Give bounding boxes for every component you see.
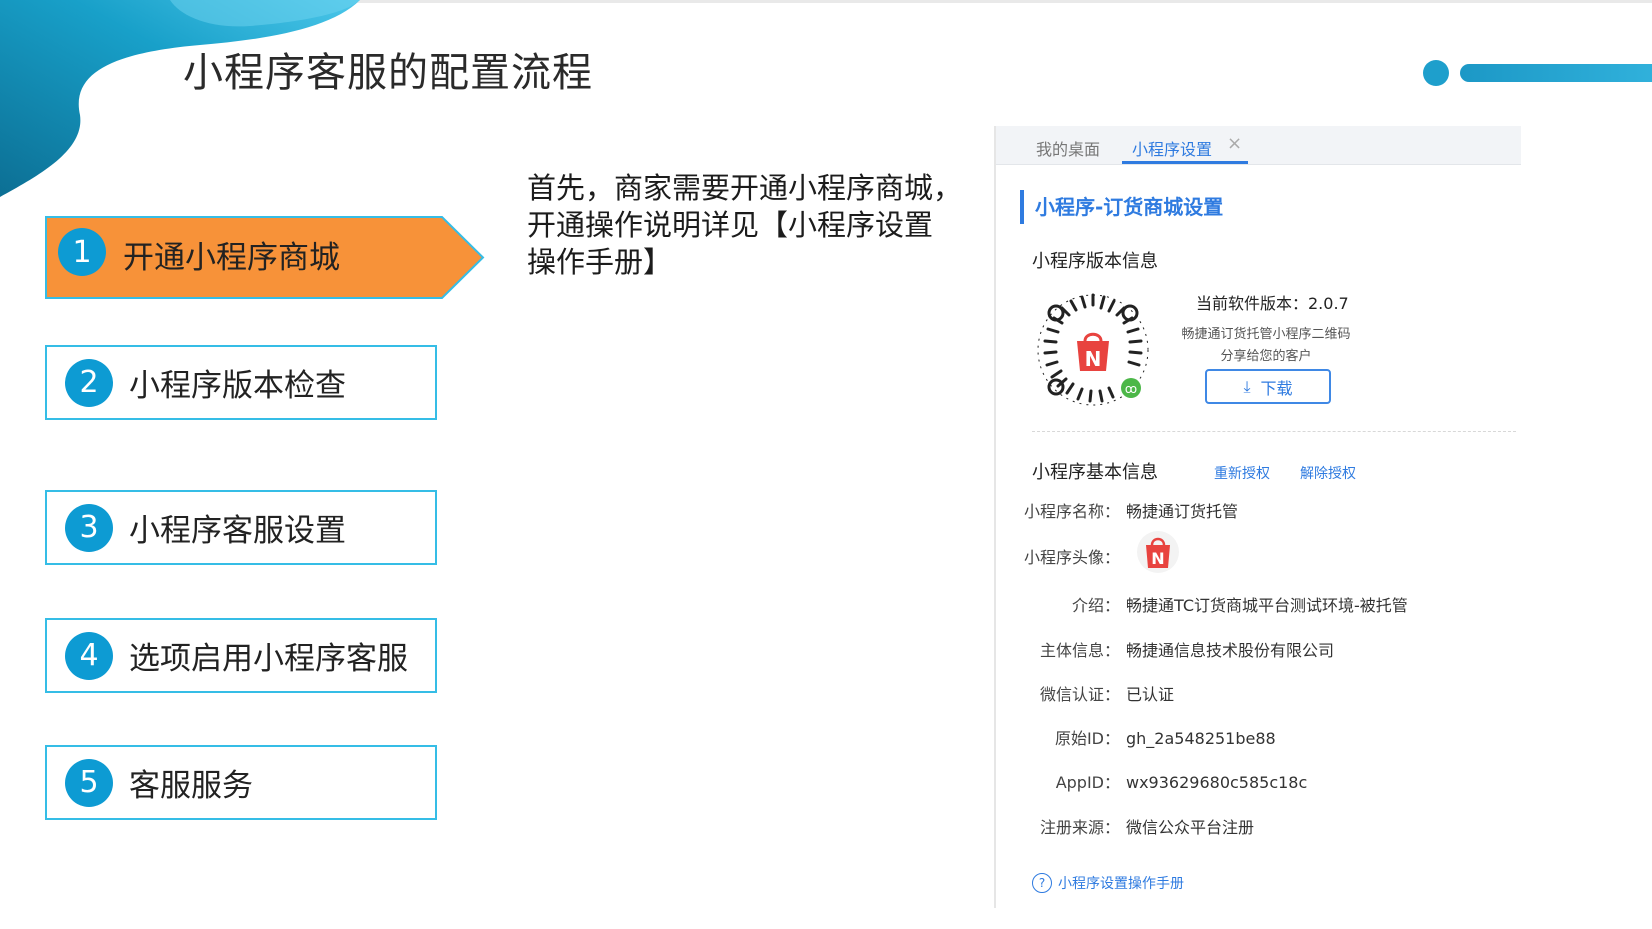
step-1-active[interactable]: 1 开通小程序商城: [45, 216, 485, 299]
intro-row: 介绍： 畅捷通TC订货商城平台测试环境-被托管: [1020, 592, 1408, 616]
unauthorize-link[interactable]: 解除授权: [1300, 463, 1356, 483]
original-id-row: 原始ID： gh_2a548251be88: [1020, 725, 1276, 749]
step-number: 2: [65, 358, 113, 407]
field-value: 已认证: [1126, 685, 1175, 704]
help-link-label: 小程序设置操作手册: [1058, 876, 1184, 892]
field-label: AppID：: [1055, 773, 1120, 792]
step-5[interactable]: 5 客服服务: [45, 745, 437, 820]
tab-bar: 我的桌面 小程序设置 ×: [996, 126, 1521, 165]
mini-program-settings-panel: 我的桌面 小程序设置 × 小程序-订货商城设置 小程序版本信息 N ꝏ 当前软件…: [994, 126, 1521, 908]
corner-wave-decoration: [0, 0, 360, 197]
qr-note: 畅捷通订货托管小程序二维码 分享给您的客户: [1166, 324, 1366, 368]
help-icon: ?: [1032, 873, 1052, 893]
field-label: 原始ID：: [1054, 729, 1120, 748]
intro-text: 首先，商家需要开通小程序商城， 开通操作说明详见【小程序设置 操作手册】: [527, 170, 987, 281]
field-value: 畅捷通TC订货商城平台测试环境-被托管: [1126, 596, 1408, 615]
appid-row: AppID： wx93629680c585c18c: [1020, 769, 1308, 793]
tab-mini-program-settings[interactable]: 小程序设置: [1132, 136, 1212, 160]
avatar-row: 小程序头像：: [1020, 544, 1120, 568]
svg-text:N: N: [1085, 347, 1102, 371]
field-label: 微信认证：: [1039, 685, 1120, 704]
step-label: 选项启用小程序客服: [129, 641, 408, 677]
field-value: 畅捷通信息技术股份有限公司: [1126, 641, 1335, 660]
step-4[interactable]: 4 选项启用小程序客服: [45, 618, 437, 693]
step-label: 小程序客服设置: [129, 513, 346, 549]
svg-text:ꝏ: ꝏ: [1125, 382, 1137, 396]
section-title: 小程序-订货商城设置: [1020, 190, 1223, 224]
active-tab-indicator: [1122, 161, 1248, 164]
step-number: 4: [65, 631, 113, 680]
qr-note-line: 畅捷通订货托管小程序二维码: [1181, 327, 1351, 342]
download-icon: ⤓: [1243, 376, 1251, 396]
qr-code-icon: N ꝏ: [1037, 293, 1149, 406]
field-label: 注册来源：: [1039, 818, 1120, 837]
intro-line: 开通操作说明详见【小程序设置: [527, 208, 934, 242]
tab-my-desktop[interactable]: 我的桌面: [1036, 136, 1100, 160]
step-2[interactable]: 2 小程序版本检查: [45, 345, 437, 420]
qr-note-line: 分享给您的客户: [1220, 349, 1312, 364]
source-row: 注册来源： 微信公众平台注册: [1020, 814, 1254, 838]
step-number: 5: [65, 758, 113, 807]
field-value: 微信公众平台注册: [1126, 818, 1255, 837]
help-link[interactable]: ? 小程序设置操作手册: [1032, 873, 1184, 893]
field-value: gh_2a548251be88: [1126, 729, 1276, 748]
step-3[interactable]: 3 小程序客服设置: [45, 490, 437, 565]
intro-line: 操作手册】: [527, 245, 673, 279]
step-number: 1: [58, 228, 106, 276]
intro-line: 首先，商家需要开通小程序商城，: [527, 171, 963, 205]
step-label: 小程序版本检查: [129, 368, 346, 404]
download-label: 下载: [1260, 378, 1293, 398]
step-label: 客服服务: [129, 768, 253, 804]
avatar-letter: N: [1151, 549, 1164, 568]
field-label: 小程序头像：: [1023, 548, 1120, 567]
download-button[interactable]: ⤓ 下载: [1205, 369, 1331, 404]
step-label: 开通小程序商城: [123, 240, 340, 276]
decorative-bar: [1460, 64, 1652, 82]
page-title: 小程序客服的配置流程: [183, 50, 593, 96]
field-label: 小程序名称：: [1023, 502, 1120, 521]
avatar: N: [1137, 531, 1179, 573]
field-label: 介绍：: [1071, 596, 1120, 615]
close-icon[interactable]: ×: [1227, 133, 1242, 154]
entity-row: 主体信息： 畅捷通信息技术股份有限公司: [1020, 637, 1334, 661]
version-heading: 小程序版本信息: [1032, 251, 1158, 272]
field-value: wx93629680c585c18c: [1126, 773, 1308, 792]
section-divider: [1032, 431, 1516, 432]
current-version: 当前软件版本：2.0.7: [1196, 294, 1349, 313]
basic-info-heading: 小程序基本信息: [1032, 462, 1158, 483]
field-label: 主体信息：: [1039, 641, 1120, 660]
reauthorize-link[interactable]: 重新授权: [1214, 463, 1270, 483]
name-row: 小程序名称： 畅捷通订货托管: [1020, 498, 1238, 522]
step-number: 3: [65, 503, 113, 552]
wechat-cert-row: 微信认证： 已认证: [1020, 681, 1174, 705]
field-value: 畅捷通订货托管: [1126, 502, 1239, 521]
decorative-dot: [1423, 60, 1449, 86]
